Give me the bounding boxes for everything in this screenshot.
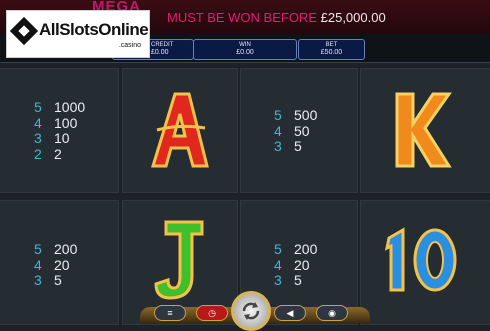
pay-value: 200 <box>54 241 78 257</box>
bet-value: £50.00 <box>320 49 343 56</box>
win-label: WIN <box>239 42 251 48</box>
pay-value: 5 <box>294 138 302 154</box>
logo-subtext: .casino <box>118 42 141 49</box>
pay-value: 50 <box>294 122 310 139</box>
symbol-panel-a <box>122 68 238 193</box>
pay-value: 5 <box>54 272 62 288</box>
bet-label: BET <box>325 42 338 48</box>
jackpot-amount: £25,000.00 <box>320 10 386 25</box>
pay-value: 500 <box>294 107 318 123</box>
pay-count: 3 <box>34 130 42 146</box>
pay-count: 4 <box>34 256 42 273</box>
pay-row: 5 200 <box>274 241 318 258</box>
letter-j-symbol <box>143 209 217 309</box>
pay-count: 4 <box>34 114 42 131</box>
pay-count: 3 <box>274 138 282 154</box>
speed-button[interactable]: ◷ <box>196 305 228 321</box>
paytable-panel-k: 5 500 4 50 35 <box>240 68 358 193</box>
must-be-won-text: MUST BE WON BEFORE <box>167 10 317 25</box>
control-bar: ≡ ◷ ◀ ◉ <box>140 291 370 331</box>
pay-value: 200 <box>294 241 318 257</box>
pay-row: 5 200 <box>34 241 78 258</box>
number-10-icon <box>384 227 457 292</box>
letter-k-icon <box>395 92 452 168</box>
win-meter: WIN £0.00 <box>193 39 297 60</box>
letter-j-icon <box>154 220 204 300</box>
symbol-panel-10 <box>360 200 490 325</box>
pay-count: 5 <box>34 241 42 257</box>
pay-row: 4 50 <box>274 122 317 140</box>
paytable-10: 5 200 4 20 35 <box>274 241 318 289</box>
pay-count: 5 <box>274 107 282 123</box>
pay-value: 100 <box>54 114 78 131</box>
spin-button[interactable] <box>231 291 271 331</box>
pay-count: 3 <box>34 272 42 288</box>
menu-icon: ◉ <box>328 307 336 318</box>
number-10-symbol <box>383 215 463 305</box>
pay-value: 2 <box>54 145 62 162</box>
coin-stack-icon: ≡ <box>167 308 173 318</box>
letter-a-icon <box>150 92 209 168</box>
allslotsonline-logo: AllSlotsOnline .casino <box>6 10 150 58</box>
pay-count: 4 <box>274 256 282 273</box>
pay-row: 4 20 <box>34 256 77 274</box>
jackpot-message: MUST BE WON BEFORE £25,000.00 <box>167 10 386 25</box>
pay-row: 3 10 <box>34 130 85 147</box>
paytable-k: 5 500 4 50 35 <box>274 107 318 155</box>
letter-k-symbol <box>383 79 457 179</box>
pay-value: 10 <box>54 130 70 146</box>
bet-meter[interactable]: BET £50.00 <box>298 39 365 60</box>
paytable-a: 5 1000 4 100 3 10 22 <box>34 99 86 163</box>
pay-count: 5 <box>34 99 42 115</box>
letter-a-symbol <box>143 79 217 179</box>
win-value: £0.00 <box>236 49 254 56</box>
spin-icon <box>242 302 260 320</box>
pay-count: 3 <box>274 272 282 288</box>
paytable-panel-j: 5 200 4 20 35 <box>0 200 119 325</box>
pay-row: 35 <box>274 272 317 289</box>
symbol-panel-k <box>360 68 490 193</box>
pay-count: 4 <box>274 122 282 139</box>
pay-row: 22 <box>34 145 85 163</box>
menu-button[interactable]: ◉ <box>316 305 348 321</box>
pay-value: 20 <box>294 256 310 273</box>
logo-diamond-icon <box>9 16 39 46</box>
pay-row: 35 <box>34 272 77 289</box>
pay-row: 5 1000 <box>34 99 86 116</box>
paytable-j: 5 200 4 20 35 <box>34 241 78 289</box>
paytable-panel-a: 5 1000 4 100 3 10 22 <box>0 68 119 193</box>
pay-row: 4 20 <box>274 256 317 274</box>
logo-text: AllSlotsOnline <box>39 20 149 39</box>
pay-count: 2 <box>34 145 42 162</box>
pay-count: 5 <box>274 241 282 257</box>
speed-gauge-icon: ◷ <box>208 307 216 318</box>
pay-row: 35 <box>274 138 317 155</box>
pay-value: 5 <box>294 272 302 288</box>
pay-value: 20 <box>54 256 70 273</box>
pay-value: 1000 <box>54 99 86 115</box>
pay-row: 5 500 <box>274 107 318 124</box>
sound-button[interactable]: ◀ <box>274 305 306 321</box>
sound-icon: ◀ <box>286 307 294 318</box>
coin-stack-button[interactable]: ≡ <box>154 305 186 321</box>
pay-row: 4 100 <box>34 114 85 132</box>
